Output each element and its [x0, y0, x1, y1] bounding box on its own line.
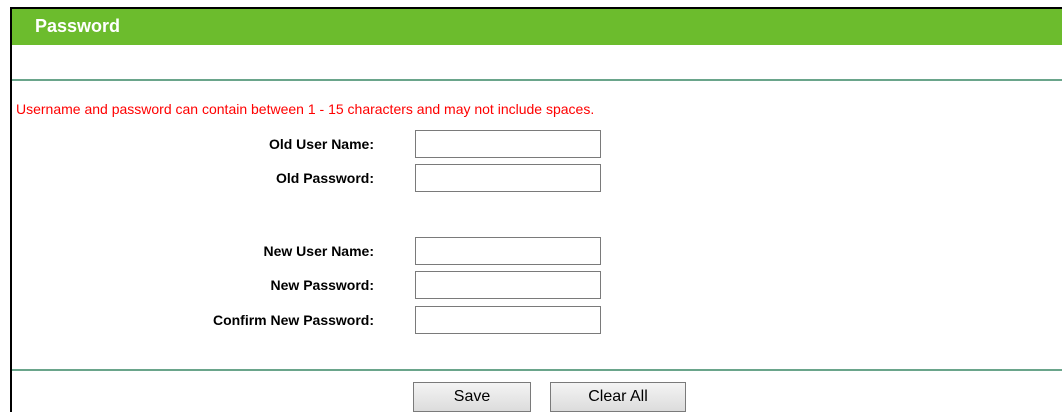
new-password-input[interactable] [415, 271, 601, 299]
old-user-name-row: Old User Name: [12, 130, 1062, 158]
password-rules-notice: Username and password can contain betwee… [16, 101, 595, 117]
confirm-new-password-input[interactable] [415, 306, 601, 334]
confirm-new-password-row: Confirm New Password: [12, 306, 1062, 334]
section-header: Password [12, 9, 1062, 45]
new-user-name-input[interactable] [415, 237, 601, 265]
new-password-row: New Password: [12, 271, 1062, 299]
new-user-name-label: New User Name: [263, 243, 375, 259]
page-title: Password [35, 16, 121, 36]
bottom-divider [12, 369, 1062, 371]
old-user-name-label: Old User Name: [268, 136, 374, 152]
old-password-input[interactable] [415, 164, 601, 192]
password-panel: Password Username and password can conta… [10, 7, 1062, 412]
confirm-new-password-label: Confirm New Password: [212, 312, 374, 328]
top-divider [12, 79, 1062, 81]
save-button[interactable]: Save [413, 382, 531, 412]
clear-all-button[interactable]: Clear All [550, 382, 686, 412]
old-password-label: Old Password: [275, 170, 374, 186]
old-user-name-input[interactable] [415, 130, 601, 158]
old-password-row: Old Password: [12, 164, 1062, 192]
new-user-name-row: New User Name: [12, 237, 1062, 265]
new-password-label: New Password: [270, 277, 374, 293]
